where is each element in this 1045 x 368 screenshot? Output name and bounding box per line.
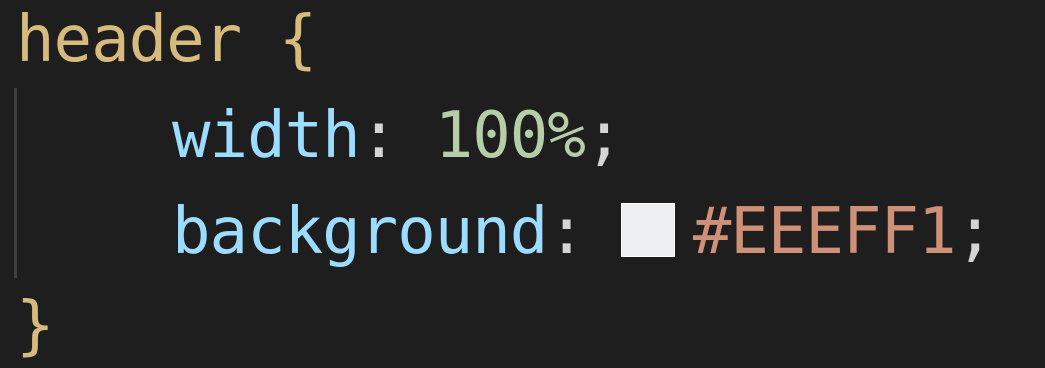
- code-line-2: width: 100%;: [172, 88, 624, 184]
- code-line-3: background: #EEEFF1;: [172, 184, 995, 280]
- semicolon: ;: [955, 195, 995, 269]
- semicolon: ;: [584, 99, 624, 173]
- code-editor[interactable]: header { width: 100%; background: #EEEFF1…: [0, 0, 1045, 368]
- colon: :: [547, 195, 586, 269]
- open-brace: {: [278, 3, 318, 77]
- css-value-width: 100%: [434, 99, 586, 173]
- color-swatch-icon[interactable]: [620, 203, 675, 257]
- code-line-1: header {: [16, 0, 318, 88]
- indent-guide: [14, 88, 17, 278]
- css-selector: header: [16, 3, 242, 77]
- code-line-4: }: [16, 278, 55, 368]
- css-value-background: #EEEFF1: [692, 195, 957, 269]
- css-property-background: background: [172, 195, 548, 269]
- close-brace: }: [16, 289, 55, 363]
- css-property-width: width: [172, 99, 361, 173]
- colon: :: [359, 99, 399, 173]
